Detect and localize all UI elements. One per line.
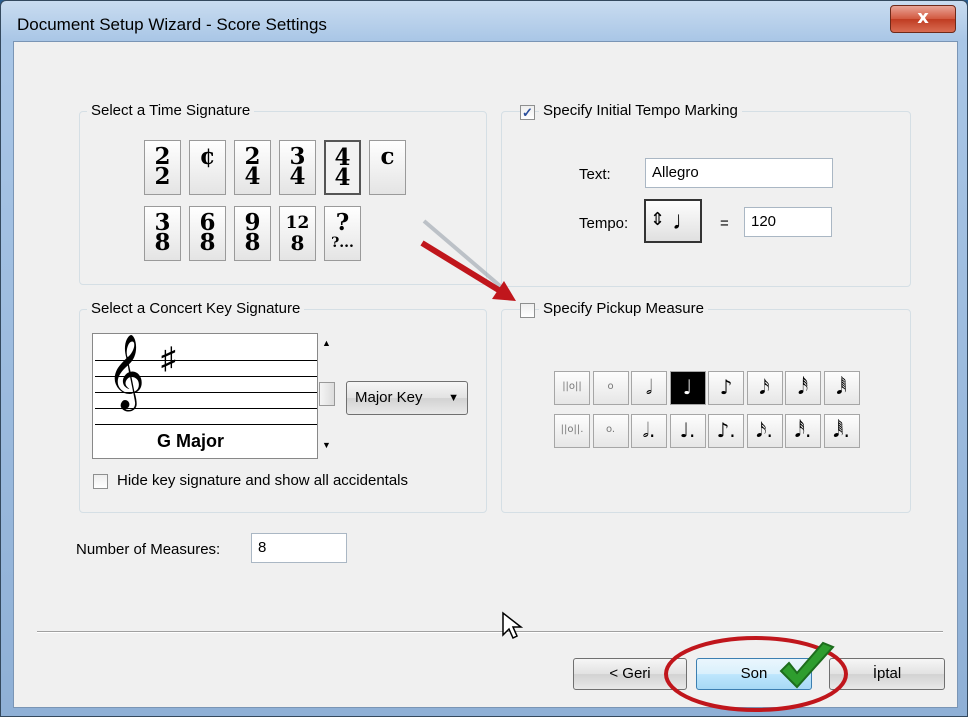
pickup-duration-button[interactable]: 𝅗𝅥: [631, 371, 667, 405]
ts-top: 12: [285, 213, 310, 233]
sharp-icon: ♯: [161, 342, 176, 375]
ts-top: ¢: [199, 143, 216, 170]
tempo-text-label: Text:: [579, 166, 611, 183]
pickup-duration-button[interactable]: ♩.: [669, 414, 706, 448]
pickup-duration-button[interactable]: 𝅘𝅥𝅰: [785, 371, 821, 405]
time-signature-button[interactable]: ??...: [324, 206, 361, 261]
scroll-thumb[interactable]: [319, 382, 335, 406]
time-signature-button[interactable]: 98: [234, 206, 271, 261]
key-scrollbar[interactable]: ▲ ▼: [318, 336, 336, 454]
pickup-duration-button[interactable]: 𝅘𝅥𝅰.: [785, 414, 821, 448]
ts-bottom: 4: [244, 163, 261, 190]
spinner-icon: ⇕: [650, 209, 666, 229]
time-signature-button[interactable]: 68: [189, 206, 226, 261]
pickup-checkbox-label: Specify Pickup Measure: [539, 300, 708, 317]
pickup-duration-button[interactable]: ||o||: [554, 371, 590, 405]
checkmark-icon: [779, 641, 835, 689]
quarter-note-icon: ♩: [672, 205, 698, 235]
chevron-down-icon: ▼: [448, 392, 459, 404]
ts-bottom: 8: [244, 229, 261, 256]
window-title: Document Setup Wizard - Score Settings: [17, 15, 327, 34]
tempo-value-input[interactable]: 120: [744, 207, 832, 237]
time-signature-button[interactable]: 22: [144, 140, 181, 195]
tempo-group: [501, 111, 911, 287]
tempo-equals: =: [720, 215, 729, 232]
measures-input[interactable]: 8: [251, 533, 347, 563]
key-mode-dropdown[interactable]: Major Key ▼: [346, 381, 468, 415]
ts-bottom: 4: [289, 163, 306, 190]
key-mode-value: Major Key: [355, 389, 423, 406]
pickup-duration-button[interactable]: ||o||.: [554, 414, 590, 448]
pickup-group: [501, 309, 911, 513]
treble-clef-icon: 𝄞: [107, 335, 145, 409]
wizard-window: Document Setup Wizard - Score Settings x…: [0, 0, 968, 717]
pickup-duration-button[interactable]: 𝅘𝅥𝅯.: [746, 414, 783, 448]
pickup-duration-button[interactable]: ♪.: [708, 414, 744, 448]
ts-bottom: ?...: [331, 235, 354, 251]
mouse-cursor-icon: [502, 611, 523, 640]
hide-key-checkbox[interactable]: [93, 474, 108, 489]
ts-bottom: 4: [334, 164, 351, 191]
scroll-up-icon[interactable]: ▲: [322, 338, 331, 348]
close-button[interactable]: x: [890, 5, 956, 33]
pickup-duration-button[interactable]: 𝅘𝅥𝅱.: [823, 414, 860, 448]
pickup-duration-button[interactable]: ♩: [669, 371, 706, 405]
pickup-duration-button[interactable]: o.: [592, 414, 629, 448]
ts-bottom: 8: [199, 229, 216, 256]
time-signature-button[interactable]: 44: [324, 140, 361, 195]
pickup-duration-button[interactable]: ♪: [708, 371, 744, 405]
annotation-arrow-icon: [420, 219, 516, 301]
time-signature-label: Select a Time Signature: [87, 102, 255, 119]
ts-bottom: 2: [154, 163, 171, 190]
measures-label: Number of Measures:: [76, 541, 221, 558]
ts-top: ?: [335, 209, 350, 236]
pickup-duration-button[interactable]: 𝅘𝅥𝅯: [746, 371, 783, 405]
tempo-checkbox[interactable]: ✓: [520, 105, 535, 120]
pickup-duration-button[interactable]: o: [592, 371, 629, 405]
time-signature-button[interactable]: 24: [234, 140, 271, 195]
key-signature-staff: 𝄞 ♯ G Major: [92, 333, 318, 459]
pickup-duration-button[interactable]: 𝅗𝅥.: [631, 414, 667, 448]
key-signature-label: Select a Concert Key Signature: [87, 300, 305, 317]
ts-bottom: 8: [154, 229, 171, 256]
tempo-note-selector[interactable]: ⇕ ♩: [644, 199, 702, 243]
hide-key-label: Hide key signature and show all accident…: [117, 472, 408, 489]
ts-bottom: 8: [290, 231, 305, 255]
tempo-label: Tempo:: [579, 215, 629, 232]
time-signature-button[interactable]: ¢: [189, 140, 226, 195]
pickup-duration-button[interactable]: 𝅘𝅥𝅱: [823, 371, 860, 405]
key-name: G Major: [157, 431, 225, 452]
time-signature-button[interactable]: c: [369, 140, 406, 195]
time-signature-button[interactable]: 38: [144, 206, 181, 261]
ts-top: c: [380, 143, 395, 170]
scroll-down-icon[interactable]: ▼: [322, 440, 331, 450]
time-signature-button[interactable]: 34: [279, 140, 316, 195]
tempo-text-input[interactable]: Allegro: [645, 158, 833, 188]
tempo-checkbox-label: Specify Initial Tempo Marking: [539, 102, 742, 119]
time-signature-button[interactable]: 12 8: [279, 206, 316, 261]
